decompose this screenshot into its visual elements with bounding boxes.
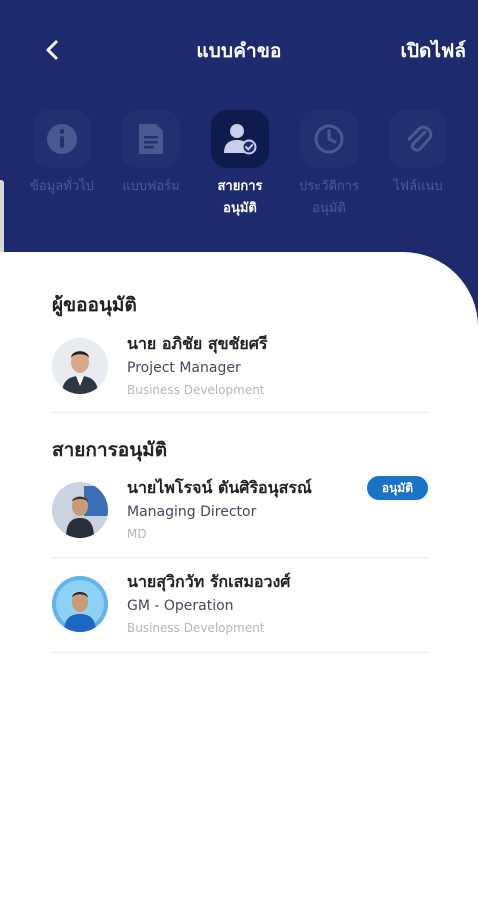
approver-department: Business Development [127,621,265,635]
requester-section-title: ผู้ขออนุมัติ [52,294,137,316]
tab-approval-history-label-1: ประวัติการ [298,179,360,194]
content-card: ผู้ขออนุมัติ นาย อภิชัย สุขชัยศรี Projec… [0,252,478,900]
requester-item[interactable]: นาย อภิชัย สุขชัยศรี Project Manager Bus… [52,332,428,428]
tab-approval-line[interactable]: สายการ อนุมัติ [195,110,285,220]
approver-role: Managing Director [127,504,257,520]
person-avatar-icon [52,576,108,632]
tab-approval-line-label-1: สายการ [217,179,263,194]
open-file-button[interactable]: เปิดไฟล์ [400,36,466,66]
requester-department: Business Development [127,383,265,397]
tab-attachments[interactable]: ไฟล์แนบ [373,110,463,198]
info-icon [47,124,77,154]
approver-department: MD [127,527,147,541]
divider [52,412,428,413]
avatar [52,576,108,632]
tab-approval-history[interactable]: ประวัติการ อนุมัติ [284,110,374,220]
divider [52,652,428,653]
clock-history-icon [314,124,344,154]
tab-approval-history-label-2: อนุมัติ [312,201,346,216]
tab-general-info-label: ข้อมูลทั่วไป [30,179,94,194]
avatar [52,338,108,394]
tab-approval-line-label-2: อนุมัติ [223,201,257,216]
tab-form-label: แบบฟอร์ม [122,179,180,194]
document-icon [139,124,163,154]
user-check-icon [224,124,257,155]
approver-name: นายไพโรจน์ ตันศิริอนุสรณ์ [127,478,312,497]
avatar [52,482,108,538]
requester-name: นาย อภิชัย สุขชัยศรี [127,334,268,353]
tab-form[interactable]: แบบฟอร์ม [106,110,196,198]
requester-role: Project Manager [127,360,241,376]
step-tabs: ข้อมูลทั่วไป แบบฟอร์ม สายการ อนุมัติ ประ… [0,110,478,230]
divider [52,557,428,558]
approver-name: นายสุวิกวัท รักเสมอวงศ์ [127,572,291,591]
approver-role: GM - Operation [127,598,234,614]
paperclip-icon [407,125,433,152]
top-bar: แบบคำขอ เปิดไฟล์ [0,0,478,100]
person-avatar-icon [52,482,108,538]
tab-attachments-label: ไฟล์แนบ [393,179,443,194]
tab-general-info[interactable]: ข้อมูลทั่วไป [17,110,107,198]
person-avatar-icon [52,338,108,394]
approved-status-badge: อนุมัติ [366,476,428,500]
approval-section-title: สายการอนุมัติ [52,439,168,461]
